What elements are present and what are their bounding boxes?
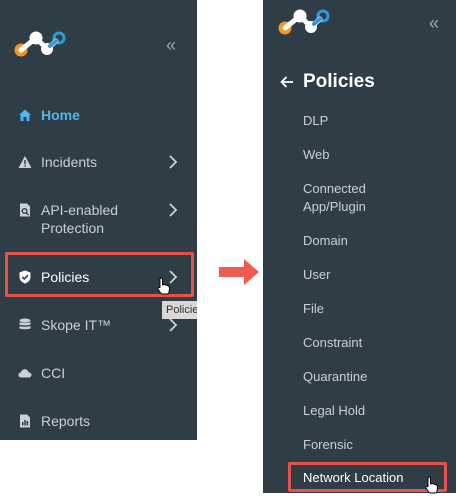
network-location-highlight-box [288, 462, 447, 492]
chevron-right-icon [169, 203, 178, 217]
sidebar-item-api-enabled-protection[interactable]: API-enabled Protection [0, 200, 197, 240]
sidebar-item-label: Incidents [41, 154, 98, 170]
sidebar-item-cci[interactable]: CCI [0, 363, 197, 383]
submenu-item-forensic[interactable]: Forensic [303, 436, 448, 454]
chevron-right-icon [169, 155, 178, 169]
collapse-sidebar-icon[interactable]: « [429, 14, 439, 32]
submenu-item-quarantine[interactable]: Quarantine [303, 368, 448, 386]
submenu-item-user[interactable]: User [303, 266, 448, 284]
netskope-logo [278, 9, 330, 35]
sidebar-item-skope-it[interactable]: Skope IT™ [0, 315, 197, 335]
submenu-title: Policies [303, 71, 375, 92]
document-search-icon [20, 203, 30, 217]
back-arrow-icon[interactable] [279, 74, 295, 90]
sidebar-item-home[interactable]: Home [0, 105, 197, 125]
submenu-item-legal-hold[interactable]: Legal Hold [303, 402, 448, 420]
sidebar-item-label: CCI [41, 365, 66, 381]
submenu-item-constraint[interactable]: Constraint [303, 334, 448, 352]
submenu-item-domain[interactable]: Domain [303, 232, 448, 250]
sidebar-item-label: Reports [41, 413, 91, 429]
cloud-icon [18, 369, 32, 378]
sidebar-item-label: API-enabled Protection [41, 202, 119, 236]
home-icon [19, 109, 31, 121]
sidebar-item-label: Skope IT™ [41, 317, 112, 333]
sidebar-item-incidents[interactable]: Incidents [0, 152, 197, 172]
submenu-item-file[interactable]: File [303, 300, 448, 318]
chevron-right-icon [169, 318, 178, 332]
hand-cursor-icon [157, 277, 170, 295]
netskope-logo [14, 31, 66, 57]
sidebar-item-reports[interactable]: Reports [0, 411, 197, 431]
submenu-item-web[interactable]: Web [303, 146, 448, 164]
arrow-right-icon [219, 259, 259, 285]
warning-icon [18, 156, 32, 168]
report-icon [20, 414, 30, 428]
collapse-sidebar-icon[interactable]: « [166, 36, 176, 54]
database-icon [19, 318, 31, 330]
submenu-item-connected-app-plugin[interactable]: Connected App/Plugin [303, 180, 393, 216]
submenu-item-dlp[interactable]: DLP [303, 112, 448, 130]
hand-cursor-icon [425, 476, 438, 494]
sidebar-item-label: Home [41, 107, 80, 123]
